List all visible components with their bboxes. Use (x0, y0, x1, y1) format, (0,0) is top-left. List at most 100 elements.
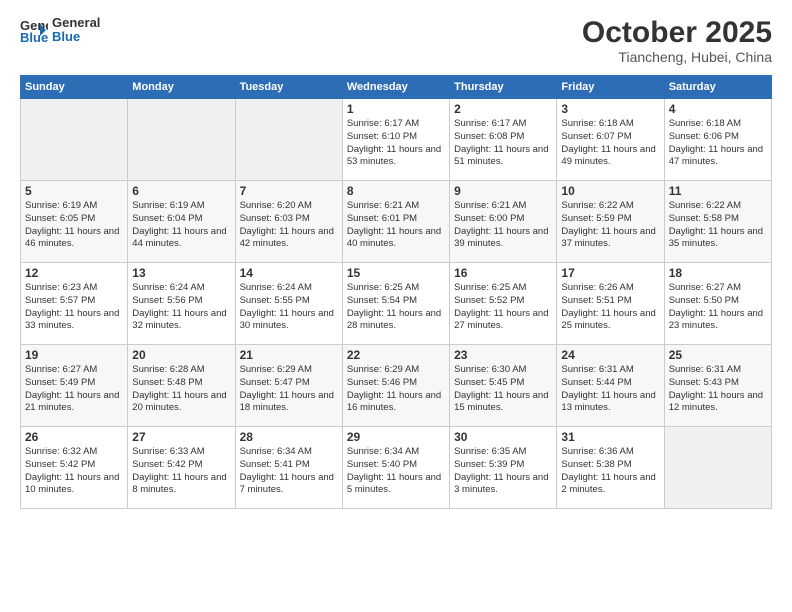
calendar-week-row: 12 Sunrise: 6:23 AM Sunset: 5:57 PM Dayli… (21, 263, 772, 345)
day-number: 13 (132, 266, 230, 280)
calendar-cell: 3Sunrise: 6:18 AM Sunset: 6:07 PM Daylig… (557, 99, 664, 181)
calendar-cell: 2Sunrise: 6:17 AM Sunset: 6:08 PM Daylig… (450, 99, 557, 181)
day-info: Sunrise: 6:35 AM Sunset: 5:39 PM Dayligh… (454, 446, 552, 497)
day-number: 15 (347, 266, 445, 280)
calendar-cell: 27 Sunrise: 6:33 AM Sunset: 5:42 PM Dayli… (128, 427, 235, 509)
calendar-cell: 23 Sunrise: 6:30 AM Sunset: 5:45 PM Dayli… (450, 345, 557, 427)
weekday-header-sunday: Sunday (21, 76, 128, 99)
calendar-cell: 31Sunrise: 6:36 AM Sunset: 5:38 PM Dayli… (557, 427, 664, 509)
day-info: Sunrise: 6:19 AM Sunset: 6:04 PM Dayligh… (132, 200, 230, 251)
title-block: October 2025 Tiancheng, Hubei, China (582, 16, 772, 65)
calendar-week-row: 1 Sunrise: 6:17 AM Sunset: 6:10 PM Daylig… (21, 99, 772, 181)
day-info: Sunrise: 6:28 AM Sunset: 5:48 PM Dayligh… (132, 364, 230, 415)
day-number: 6 (132, 184, 230, 198)
calendar-cell: 29 Sunrise: 6:34 AM Sunset: 5:40 PM Dayli… (342, 427, 449, 509)
weekday-header-row: SundayMondayTuesdayWednesdayThursdayFrid… (21, 76, 772, 99)
weekday-header-friday: Friday (557, 76, 664, 99)
day-number: 4 (669, 102, 767, 116)
calendar-cell: 5 Sunrise: 6:19 AM Sunset: 6:05 PM Daylig… (21, 181, 128, 263)
day-number: 29 (347, 430, 445, 444)
day-number: 31 (561, 430, 659, 444)
day-number: 17 (561, 266, 659, 280)
day-number: 25 (669, 348, 767, 362)
calendar-cell: 9 Sunrise: 6:21 AM Sunset: 6:00 PM Daylig… (450, 181, 557, 263)
logo-general: General (52, 16, 100, 30)
calendar-cell: 25Sunrise: 6:31 AM Sunset: 5:43 PM Dayli… (664, 345, 771, 427)
day-info: Sunrise: 6:23 AM Sunset: 5:57 PM Dayligh… (25, 282, 123, 333)
day-info: Sunrise: 6:21 AM Sunset: 6:00 PM Dayligh… (454, 200, 552, 251)
day-number: 27 (132, 430, 230, 444)
calendar-cell: 20 Sunrise: 6:28 AM Sunset: 5:48 PM Dayli… (128, 345, 235, 427)
calendar-cell (664, 427, 771, 509)
weekday-header-thursday: Thursday (450, 76, 557, 99)
calendar-cell: 24 Sunrise: 6:31 AM Sunset: 5:44 PM Dayli… (557, 345, 664, 427)
logo-blue: Blue (52, 30, 100, 44)
calendar-table: SundayMondayTuesdayWednesdayThursdayFrid… (20, 75, 772, 509)
weekday-header-saturday: Saturday (664, 76, 771, 99)
day-info: Sunrise: 6:31 AM Sunset: 5:44 PM Dayligh… (561, 364, 659, 415)
day-number: 28 (240, 430, 338, 444)
logo: General Blue General Blue (20, 16, 100, 45)
day-info: Sunrise: 6:27 AM Sunset: 5:49 PM Dayligh… (25, 364, 123, 415)
day-number: 8 (347, 184, 445, 198)
day-info: Sunrise: 6:29 AM Sunset: 5:47 PM Dayligh… (240, 364, 338, 415)
calendar-cell: 10Sunrise: 6:22 AM Sunset: 5:59 PM Dayli… (557, 181, 664, 263)
day-info: Sunrise: 6:18 AM Sunset: 6:06 PM Dayligh… (669, 118, 767, 169)
day-number: 7 (240, 184, 338, 198)
calendar-cell: 16 Sunrise: 6:25 AM Sunset: 5:52 PM Dayli… (450, 263, 557, 345)
day-info: Sunrise: 6:17 AM Sunset: 6:08 PM Dayligh… (454, 118, 552, 169)
calendar-cell: 22Sunrise: 6:29 AM Sunset: 5:46 PM Dayli… (342, 345, 449, 427)
day-info: Sunrise: 6:22 AM Sunset: 5:58 PM Dayligh… (669, 200, 767, 251)
day-info: Sunrise: 6:25 AM Sunset: 5:52 PM Dayligh… (454, 282, 552, 333)
calendar-cell: 18Sunrise: 6:27 AM Sunset: 5:50 PM Dayli… (664, 263, 771, 345)
calendar-week-row: 26 Sunrise: 6:32 AM Sunset: 5:42 PM Dayli… (21, 427, 772, 509)
header: General Blue General Blue October 2025 T… (20, 16, 772, 65)
day-number: 24 (561, 348, 659, 362)
day-info: Sunrise: 6:17 AM Sunset: 6:10 PM Dayligh… (347, 118, 445, 169)
calendar-cell: 6 Sunrise: 6:19 AM Sunset: 6:04 PM Daylig… (128, 181, 235, 263)
day-info: Sunrise: 6:24 AM Sunset: 5:55 PM Dayligh… (240, 282, 338, 333)
calendar-cell: 11 Sunrise: 6:22 AM Sunset: 5:58 PM Dayli… (664, 181, 771, 263)
day-info: Sunrise: 6:34 AM Sunset: 5:41 PM Dayligh… (240, 446, 338, 497)
day-number: 23 (454, 348, 552, 362)
day-number: 16 (454, 266, 552, 280)
day-number: 30 (454, 430, 552, 444)
calendar-week-row: 19 Sunrise: 6:27 AM Sunset: 5:49 PM Dayli… (21, 345, 772, 427)
day-number: 12 (25, 266, 123, 280)
location-subtitle: Tiancheng, Hubei, China (582, 49, 772, 65)
calendar-cell: 17Sunrise: 6:26 AM Sunset: 5:51 PM Dayli… (557, 263, 664, 345)
calendar-cell: 4 Sunrise: 6:18 AM Sunset: 6:06 PM Daylig… (664, 99, 771, 181)
day-number: 21 (240, 348, 338, 362)
day-info: Sunrise: 6:24 AM Sunset: 5:56 PM Dayligh… (132, 282, 230, 333)
day-number: 3 (561, 102, 659, 116)
day-info: Sunrise: 6:30 AM Sunset: 5:45 PM Dayligh… (454, 364, 552, 415)
weekday-header-tuesday: Tuesday (235, 76, 342, 99)
day-info: Sunrise: 6:29 AM Sunset: 5:46 PM Dayligh… (347, 364, 445, 415)
day-number: 20 (132, 348, 230, 362)
calendar-cell (128, 99, 235, 181)
calendar-cell: 13 Sunrise: 6:24 AM Sunset: 5:56 PM Dayli… (128, 263, 235, 345)
day-info: Sunrise: 6:21 AM Sunset: 6:01 PM Dayligh… (347, 200, 445, 251)
day-number: 18 (669, 266, 767, 280)
day-info: Sunrise: 6:33 AM Sunset: 5:42 PM Dayligh… (132, 446, 230, 497)
logo-icon: General Blue (20, 16, 48, 44)
page: General Blue General Blue October 2025 T… (0, 0, 792, 612)
day-number: 9 (454, 184, 552, 198)
day-number: 10 (561, 184, 659, 198)
day-number: 19 (25, 348, 123, 362)
day-info: Sunrise: 6:19 AM Sunset: 6:05 PM Dayligh… (25, 200, 123, 251)
calendar-cell: 19 Sunrise: 6:27 AM Sunset: 5:49 PM Dayli… (21, 345, 128, 427)
calendar-cell (21, 99, 128, 181)
day-info: Sunrise: 6:25 AM Sunset: 5:54 PM Dayligh… (347, 282, 445, 333)
day-number: 11 (669, 184, 767, 198)
day-info: Sunrise: 6:32 AM Sunset: 5:42 PM Dayligh… (25, 446, 123, 497)
day-number: 26 (25, 430, 123, 444)
day-number: 1 (347, 102, 445, 116)
calendar-cell: 21 Sunrise: 6:29 AM Sunset: 5:47 PM Dayli… (235, 345, 342, 427)
calendar-week-row: 5 Sunrise: 6:19 AM Sunset: 6:05 PM Daylig… (21, 181, 772, 263)
day-number: 5 (25, 184, 123, 198)
calendar-cell: 28 Sunrise: 6:34 AM Sunset: 5:41 PM Dayli… (235, 427, 342, 509)
calendar-cell: 1 Sunrise: 6:17 AM Sunset: 6:10 PM Daylig… (342, 99, 449, 181)
weekday-header-monday: Monday (128, 76, 235, 99)
day-info: Sunrise: 6:34 AM Sunset: 5:40 PM Dayligh… (347, 446, 445, 497)
